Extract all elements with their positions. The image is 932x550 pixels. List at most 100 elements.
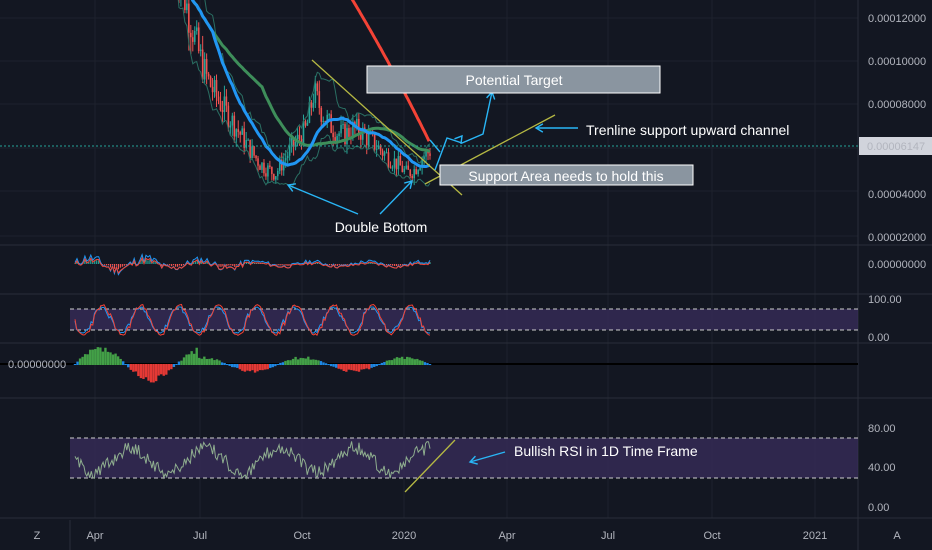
candle-body[interactable] bbox=[211, 86, 214, 93]
candle-body[interactable] bbox=[191, 37, 194, 42]
time-axis-left-button[interactable]: Z bbox=[34, 530, 41, 542]
candle-body[interactable] bbox=[330, 114, 332, 133]
candle-body[interactable] bbox=[215, 80, 218, 97]
candle-body[interactable] bbox=[201, 49, 204, 80]
candle-body[interactable] bbox=[395, 158, 398, 170]
candle-body[interactable] bbox=[348, 128, 350, 137]
candle-body[interactable] bbox=[288, 145, 291, 156]
candle-body[interactable] bbox=[397, 156, 400, 170]
candle-body[interactable] bbox=[381, 150, 384, 156]
candle-body[interactable] bbox=[387, 152, 390, 167]
candle-body[interactable] bbox=[261, 162, 263, 170]
candle-body[interactable] bbox=[269, 165, 271, 167]
candle-body[interactable] bbox=[312, 103, 315, 108]
candle-body[interactable] bbox=[233, 115, 236, 137]
candle-body[interactable] bbox=[209, 76, 212, 87]
candle-body[interactable] bbox=[259, 165, 261, 170]
candle-body[interactable] bbox=[273, 173, 275, 180]
candle-body[interactable] bbox=[338, 133, 340, 137]
candle-body[interactable] bbox=[253, 146, 255, 156]
candle-body[interactable] bbox=[223, 96, 226, 113]
candle-body[interactable] bbox=[221, 109, 224, 113]
candle-body[interactable] bbox=[389, 166, 392, 168]
candle-body[interactable] bbox=[247, 139, 249, 141]
candle-body[interactable] bbox=[284, 158, 287, 161]
candle-body[interactable] bbox=[184, 0, 186, 11]
candle-body[interactable] bbox=[310, 102, 313, 108]
candle-body[interactable] bbox=[322, 120, 325, 122]
candle-body[interactable] bbox=[241, 128, 244, 135]
candle-body[interactable] bbox=[290, 138, 293, 146]
candle-body[interactable] bbox=[276, 170, 279, 177]
candle-body[interactable] bbox=[251, 146, 253, 159]
candle-body[interactable] bbox=[342, 124, 344, 126]
candle-body[interactable] bbox=[391, 167, 394, 169]
candle-body[interactable] bbox=[332, 132, 334, 138]
time-axis-right-button[interactable]: A bbox=[893, 530, 901, 542]
candle-body[interactable] bbox=[227, 105, 230, 128]
candle-body[interactable] bbox=[346, 128, 348, 145]
candle-body[interactable] bbox=[403, 168, 406, 173]
candle-body[interactable] bbox=[411, 175, 414, 179]
candle-body[interactable] bbox=[205, 59, 208, 74]
candle-body[interactable] bbox=[320, 107, 323, 122]
candle-body[interactable] bbox=[334, 137, 336, 142]
candle-body[interactable] bbox=[237, 129, 240, 132]
chart-canvas[interactable]: Potential Target Support Area needs to ho… bbox=[0, 0, 932, 550]
candle-body[interactable] bbox=[314, 83, 317, 104]
candle-body[interactable] bbox=[255, 155, 257, 159]
candle-body[interactable] bbox=[186, 3, 188, 11]
candle-body[interactable] bbox=[275, 176, 277, 180]
candle-body[interactable] bbox=[265, 173, 267, 177]
candle-body[interactable] bbox=[213, 80, 216, 93]
candle-body[interactable] bbox=[271, 166, 273, 174]
candle-body[interactable] bbox=[405, 165, 408, 169]
candle-body[interactable] bbox=[407, 165, 410, 170]
candle-body[interactable] bbox=[415, 169, 417, 175]
candle-body[interactable] bbox=[306, 122, 309, 126]
candle-body[interactable] bbox=[203, 59, 206, 80]
candle-body[interactable] bbox=[239, 131, 242, 135]
candle-body[interactable] bbox=[375, 148, 378, 150]
candle-body[interactable] bbox=[197, 27, 200, 52]
candle-body[interactable] bbox=[199, 49, 202, 52]
candle-body[interactable] bbox=[393, 158, 396, 168]
candle-body[interactable] bbox=[195, 27, 198, 31]
candle-body[interactable] bbox=[409, 169, 412, 176]
candle-body[interactable] bbox=[225, 96, 228, 106]
candle-body[interactable] bbox=[267, 165, 269, 177]
candle-body[interactable] bbox=[318, 91, 321, 108]
candle-body[interactable] bbox=[417, 170, 419, 175]
candle-body[interactable] bbox=[235, 129, 238, 137]
candle-body[interactable] bbox=[419, 167, 421, 171]
candle-body[interactable] bbox=[423, 156, 425, 160]
candle-body[interactable] bbox=[219, 100, 222, 110]
candle-body[interactable] bbox=[367, 133, 370, 146]
candle-body[interactable] bbox=[399, 156, 402, 166]
candle-body[interactable] bbox=[383, 152, 386, 156]
candle-body[interactable] bbox=[217, 96, 220, 101]
candle-body[interactable] bbox=[377, 145, 380, 149]
candle-body[interactable] bbox=[340, 124, 342, 134]
candle-body[interactable] bbox=[429, 153, 431, 156]
candle-body[interactable] bbox=[385, 152, 388, 154]
candle-body[interactable] bbox=[231, 115, 234, 126]
candle-body[interactable] bbox=[413, 169, 415, 179]
candle-body[interactable] bbox=[249, 139, 251, 159]
candle-body[interactable] bbox=[302, 121, 305, 146]
candle-body[interactable] bbox=[188, 3, 190, 33]
candle-body[interactable] bbox=[286, 155, 289, 159]
candle-body[interactable] bbox=[243, 128, 245, 148]
candle-body[interactable] bbox=[373, 134, 376, 150]
candle-body[interactable] bbox=[245, 140, 247, 148]
candle-body[interactable] bbox=[257, 158, 259, 166]
candle-body[interactable] bbox=[190, 32, 192, 38]
candle-body[interactable] bbox=[401, 165, 404, 173]
candle-body[interactable] bbox=[328, 114, 330, 116]
candle-body[interactable] bbox=[263, 162, 265, 174]
candle-body[interactable] bbox=[207, 73, 210, 77]
candle-body[interactable] bbox=[229, 125, 232, 128]
candle-body[interactable] bbox=[298, 134, 301, 139]
candle-body[interactable] bbox=[316, 83, 319, 92]
candle-body[interactable] bbox=[193, 30, 196, 42]
